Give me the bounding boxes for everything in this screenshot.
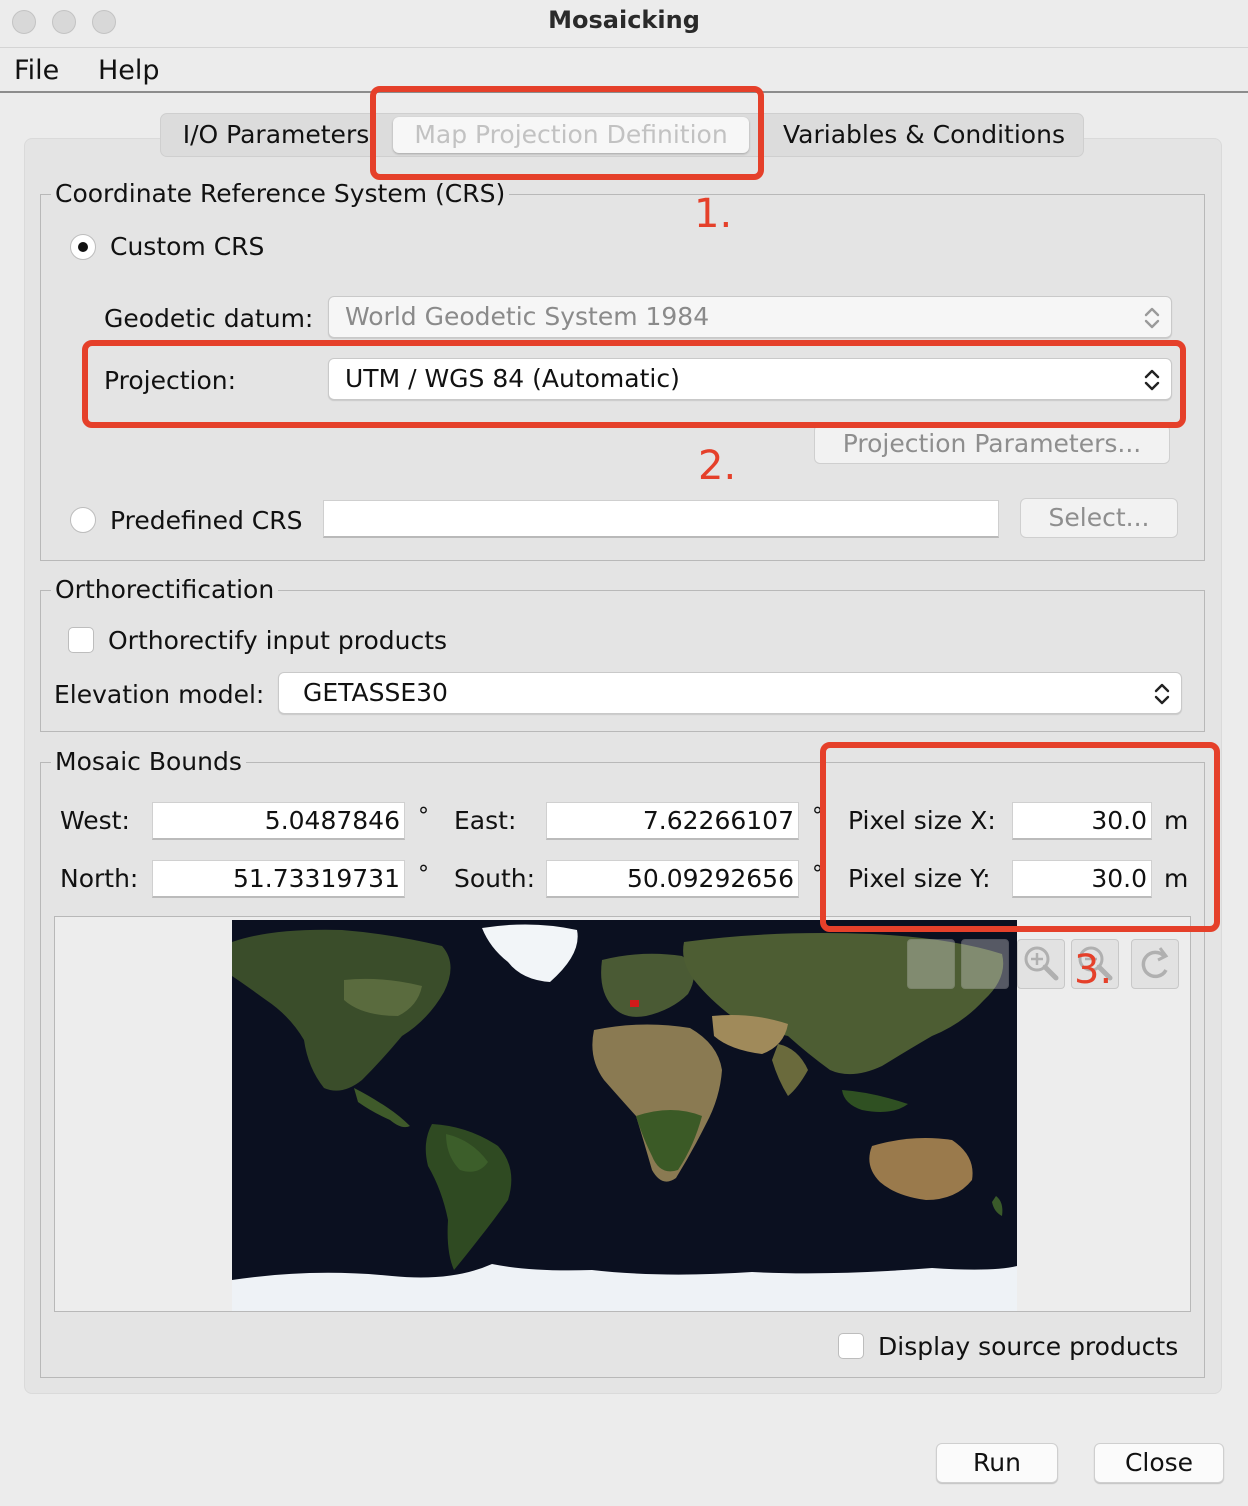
display-source-products-label: Display source products — [878, 1332, 1179, 1361]
projection-parameters-button[interactable]: Projection Parameters... — [814, 424, 1170, 464]
custom-crs-label: Custom CRS — [110, 232, 265, 261]
predefined-crs-label: Predefined CRS — [110, 506, 303, 535]
step-1-label: 1. — [694, 191, 733, 237]
custom-crs-radio[interactable] — [70, 234, 96, 260]
north-degree-unit: ° — [418, 862, 429, 887]
geodetic-datum-label: Geodetic datum: — [104, 304, 314, 333]
chevron-updown-icon — [1144, 307, 1160, 329]
select-tool-icon[interactable] — [907, 939, 955, 989]
south-input[interactable]: 50.09292656 — [546, 860, 799, 898]
world-map-image[interactable] — [232, 920, 1017, 1311]
mosaic-bounds-group-title: Mosaic Bounds — [51, 747, 246, 777]
highlight-box-projection — [82, 340, 1186, 428]
world-map-panel[interactable] — [54, 916, 1191, 1312]
close-button[interactable]: Close — [1094, 1443, 1224, 1483]
orthorectify-checkbox[interactable] — [68, 627, 94, 653]
menu-file[interactable]: File — [14, 55, 59, 86]
radio-selected-dot — [78, 242, 88, 252]
west-input[interactable]: 5.0487846 — [152, 802, 405, 840]
north-label: North: — [60, 864, 139, 893]
orthorectify-label: Orthorectify input products — [108, 626, 448, 655]
geodetic-datum-select[interactable]: World Geodetic System 1984 — [328, 296, 1172, 338]
highlight-box-tab — [370, 86, 764, 180]
tab-variables-conditions[interactable]: Variables & Conditions — [769, 114, 1079, 156]
east-input[interactable]: 7.62266107 — [546, 802, 799, 840]
zoom-in-icon[interactable] — [1017, 939, 1065, 989]
zoom-all-icon[interactable] — [1131, 939, 1179, 989]
mosaic-area-marker — [630, 1000, 639, 1007]
south-label: South: — [454, 864, 536, 893]
step-2-label: 2. — [698, 443, 737, 489]
orthorectification-group-title: Orthorectification — [51, 575, 279, 605]
geodetic-datum-value: World Geodetic System 1984 — [345, 302, 710, 331]
predefined-crs-field[interactable] — [323, 500, 999, 538]
elevation-model-select[interactable]: GETASSE30 — [278, 672, 1182, 714]
tab-io-parameters[interactable]: I/O Parameters — [171, 114, 381, 156]
predefined-crs-radio[interactable] — [70, 507, 96, 533]
title-bar: Mosaicking — [0, 0, 1248, 48]
run-button[interactable]: Run — [936, 1443, 1058, 1483]
crs-group-title: Coordinate Reference System (CRS) — [51, 179, 510, 209]
west-degree-unit: ° — [418, 804, 429, 829]
step-3-label: 3. — [1074, 947, 1113, 993]
window-title: Mosaicking — [548, 6, 700, 34]
select-crs-button[interactable]: Select... — [1020, 498, 1178, 538]
highlight-box-pixel-size — [820, 742, 1220, 932]
chevron-updown-icon — [1154, 683, 1170, 705]
pan-tool-icon[interactable] — [961, 939, 1009, 989]
elevation-model-label: Elevation model: — [54, 680, 265, 709]
menu-help[interactable]: Help — [98, 55, 160, 86]
elevation-model-value: GETASSE30 — [303, 678, 448, 707]
north-input[interactable]: 51.73319731 — [152, 860, 405, 898]
east-label: East: — [454, 806, 517, 835]
west-label: West: — [60, 806, 130, 835]
display-source-products-checkbox[interactable] — [838, 1333, 864, 1359]
